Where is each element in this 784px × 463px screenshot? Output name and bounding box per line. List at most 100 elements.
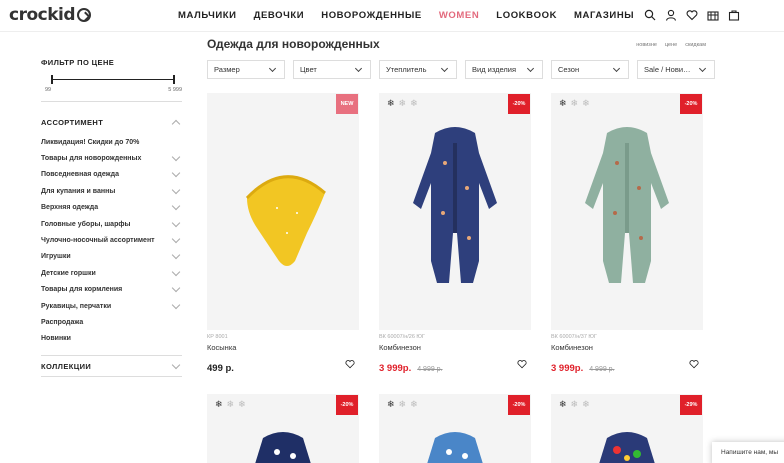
menu-item-new[interactable]: Новинки	[41, 331, 182, 347]
menu-item-hats[interactable]: Головные уборы, шарфы	[41, 216, 182, 232]
chevron-down-icon	[354, 64, 363, 72]
product-card[interactable]: ❄ ❄ ❄ -20% ВК 60007/н/26 ЮГ Комбинезон 3 9…	[379, 93, 531, 374]
product-image[interactable]: ❄ ❄ ❄ -20%	[551, 93, 703, 330]
product-image[interactable]: ❄ ❄ ❄ -29%	[551, 394, 703, 463]
chevron-down-icon	[698, 64, 707, 72]
product-sku: ВК 60007/н/37 ЮГ	[551, 334, 597, 340]
price-max-value: 5 999	[168, 87, 182, 93]
chevron-down-icon	[612, 64, 621, 72]
discount-badge: -20%	[508, 94, 530, 114]
chevron-down-icon	[171, 234, 181, 244]
product-name[interactable]: Комбинезон	[379, 343, 531, 352]
assortment-menu: Ликвидация! Скидки до 70% Товары для нов…	[41, 134, 182, 347]
chevron-down-icon	[171, 267, 181, 277]
menu-item-clearance[interactable]: Ликвидация! Скидки до 70%	[41, 134, 182, 150]
heart-icon[interactable]	[345, 359, 355, 369]
price-min-handle[interactable]	[51, 75, 53, 84]
product-sku: ВК 60007/н/26 ЮГ	[379, 334, 425, 340]
price-filter-title: ФИЛЬТР ПО ЦЕНЕ	[41, 58, 115, 67]
product-card[interactable]: ❄ ❄ ❄ -20%	[379, 394, 531, 463]
product-image[interactable]: NEW	[207, 93, 359, 330]
product-price: 3 999р.	[551, 363, 584, 374]
nav-boys[interactable]: МАЛЬЧИКИ	[178, 10, 237, 21]
filter-color[interactable]: Цвет	[293, 60, 371, 79]
menu-item-newborn-goods[interactable]: Товары для новорожденных	[41, 150, 182, 166]
insulation-rating: ❄ ❄ ❄	[559, 98, 590, 108]
sort-by-new[interactable]: новизне	[636, 42, 657, 48]
nav-women[interactable]: WOMEN	[439, 10, 479, 21]
filter-sale-new[interactable]: Sale / Нови…	[637, 60, 715, 79]
product-card[interactable]: NEW КР 8001 Косынка 499 р.	[207, 93, 359, 374]
product-name[interactable]: Косынка	[207, 343, 359, 352]
product-image[interactable]: ❄ ❄ ❄ -20%	[379, 93, 531, 330]
product-image[interactable]: ❄ ❄ ❄ -20%	[379, 394, 531, 463]
filter-bar: Размер Цвет Утеплитель Вид изделия Сезон…	[207, 60, 715, 79]
chat-widget[interactable]: Напишите нам, мы	[712, 442, 784, 463]
price-min-value: 99	[45, 87, 52, 93]
chevron-down-icon	[171, 283, 181, 293]
bag-icon[interactable]	[728, 9, 740, 21]
chevron-down-icon	[171, 300, 181, 309]
logo[interactable]: crockid	[9, 5, 92, 25]
old-price: 4 999 р.	[417, 366, 443, 373]
kerchief-image	[245, 175, 326, 266]
sort-by-price[interactable]: цене	[665, 42, 677, 48]
heart-icon[interactable]	[689, 359, 699, 369]
sort-by-discount[interactable]: скидкам	[685, 42, 706, 48]
menu-item-bath[interactable]: Для купания и ванны	[41, 183, 182, 199]
menu-item-mittens[interactable]: Рукавицы, перчатки	[41, 298, 182, 314]
chevron-down-icon	[440, 64, 449, 72]
filter-size[interactable]: Размер	[207, 60, 285, 79]
menu-item-sale[interactable]: Распродажа	[41, 314, 182, 330]
collections-header[interactable]: КОЛЛЕКЦИИ	[41, 355, 182, 378]
insulation-rating: ❄ ❄ ❄	[559, 399, 590, 409]
nav-girls[interactable]: ДЕВОЧКИ	[254, 10, 305, 21]
product-card[interactable]: ❄ ❄ ❄ -20%	[207, 394, 359, 463]
nav-newborns[interactable]: НОВОРОЖДЕННЫЕ	[321, 10, 422, 21]
product-card[interactable]: ❄ ❄ ❄ -20% ВК 60007/н/37 ЮГ Комбинезон 3 9…	[551, 93, 703, 374]
sort-links: новизне цене скидкам	[636, 42, 706, 48]
nav-lookbook[interactable]: LOOKBOOK	[496, 10, 557, 21]
new-badge: NEW	[336, 94, 358, 114]
price-range-track	[51, 79, 175, 80]
assortment-header[interactable]: АССОРТИМЕНТ	[41, 118, 182, 129]
filter-season[interactable]: Сезон	[551, 60, 629, 79]
site-header: crockid МАЛЬЧИКИ ДЕВОЧКИ НОВОРОЖДЕННЫЕ W…	[0, 0, 784, 32]
heart-icon[interactable]	[517, 359, 527, 369]
insulation-rating: ❄ ❄ ❄	[215, 399, 246, 409]
insulation-rating: ❄ ❄ ❄	[387, 98, 418, 108]
assortment-title: АССОРТИМЕНТ	[41, 118, 104, 127]
product-name[interactable]: Комбинезон	[551, 343, 703, 352]
discount-badge: -20%	[336, 395, 358, 415]
menu-item-outerwear[interactable]: Верхняя одежда	[41, 200, 182, 216]
menu-item-potties[interactable]: Детские горшки	[41, 265, 182, 281]
user-icon[interactable]	[665, 9, 677, 21]
product-price: 3 999р.	[379, 363, 412, 374]
old-price: 4 999 р.	[589, 366, 615, 373]
price-max-handle[interactable]	[173, 75, 175, 84]
price-row: 3 999р. 4 999 р.	[551, 358, 703, 374]
price-range-slider[interactable]: 99 5 999	[41, 73, 182, 95]
product-price: 499 р.	[207, 363, 234, 374]
header-icons	[644, 9, 740, 21]
product-card[interactable]: ❄ ❄ ❄ -29%	[551, 394, 703, 463]
menu-item-toys[interactable]: Игрушки	[41, 249, 182, 265]
jumpsuit-image	[413, 127, 497, 283]
menu-item-casual[interactable]: Повседневная одежда	[41, 167, 182, 183]
filter-insulation[interactable]: Утеплитель	[379, 60, 457, 79]
chevron-down-icon	[171, 152, 181, 162]
menu-item-feeding[interactable]: Товары для кормления	[41, 282, 182, 298]
search-icon[interactable]	[644, 9, 656, 21]
main-nav: МАЛЬЧИКИ ДЕВОЧКИ НОВОРОЖДЕННЫЕ WOMEN LOO…	[178, 10, 634, 21]
chevron-down-icon	[171, 218, 181, 227]
menu-item-hosiery[interactable]: Чулочно-носочный ассортимент	[41, 232, 182, 248]
heart-icon[interactable]	[686, 9, 698, 21]
chevron-down-icon	[171, 360, 181, 370]
insulation-rating: ❄ ❄ ❄	[387, 399, 418, 409]
filter-product-type[interactable]: Вид изделия	[465, 60, 543, 79]
logo-mark-icon	[77, 8, 92, 22]
product-image[interactable]: ❄ ❄ ❄ -20%	[207, 394, 359, 463]
compare-icon[interactable]	[707, 9, 719, 21]
price-row: 499 р.	[207, 358, 359, 374]
nav-stores[interactable]: МАГАЗИНЫ	[574, 10, 634, 21]
